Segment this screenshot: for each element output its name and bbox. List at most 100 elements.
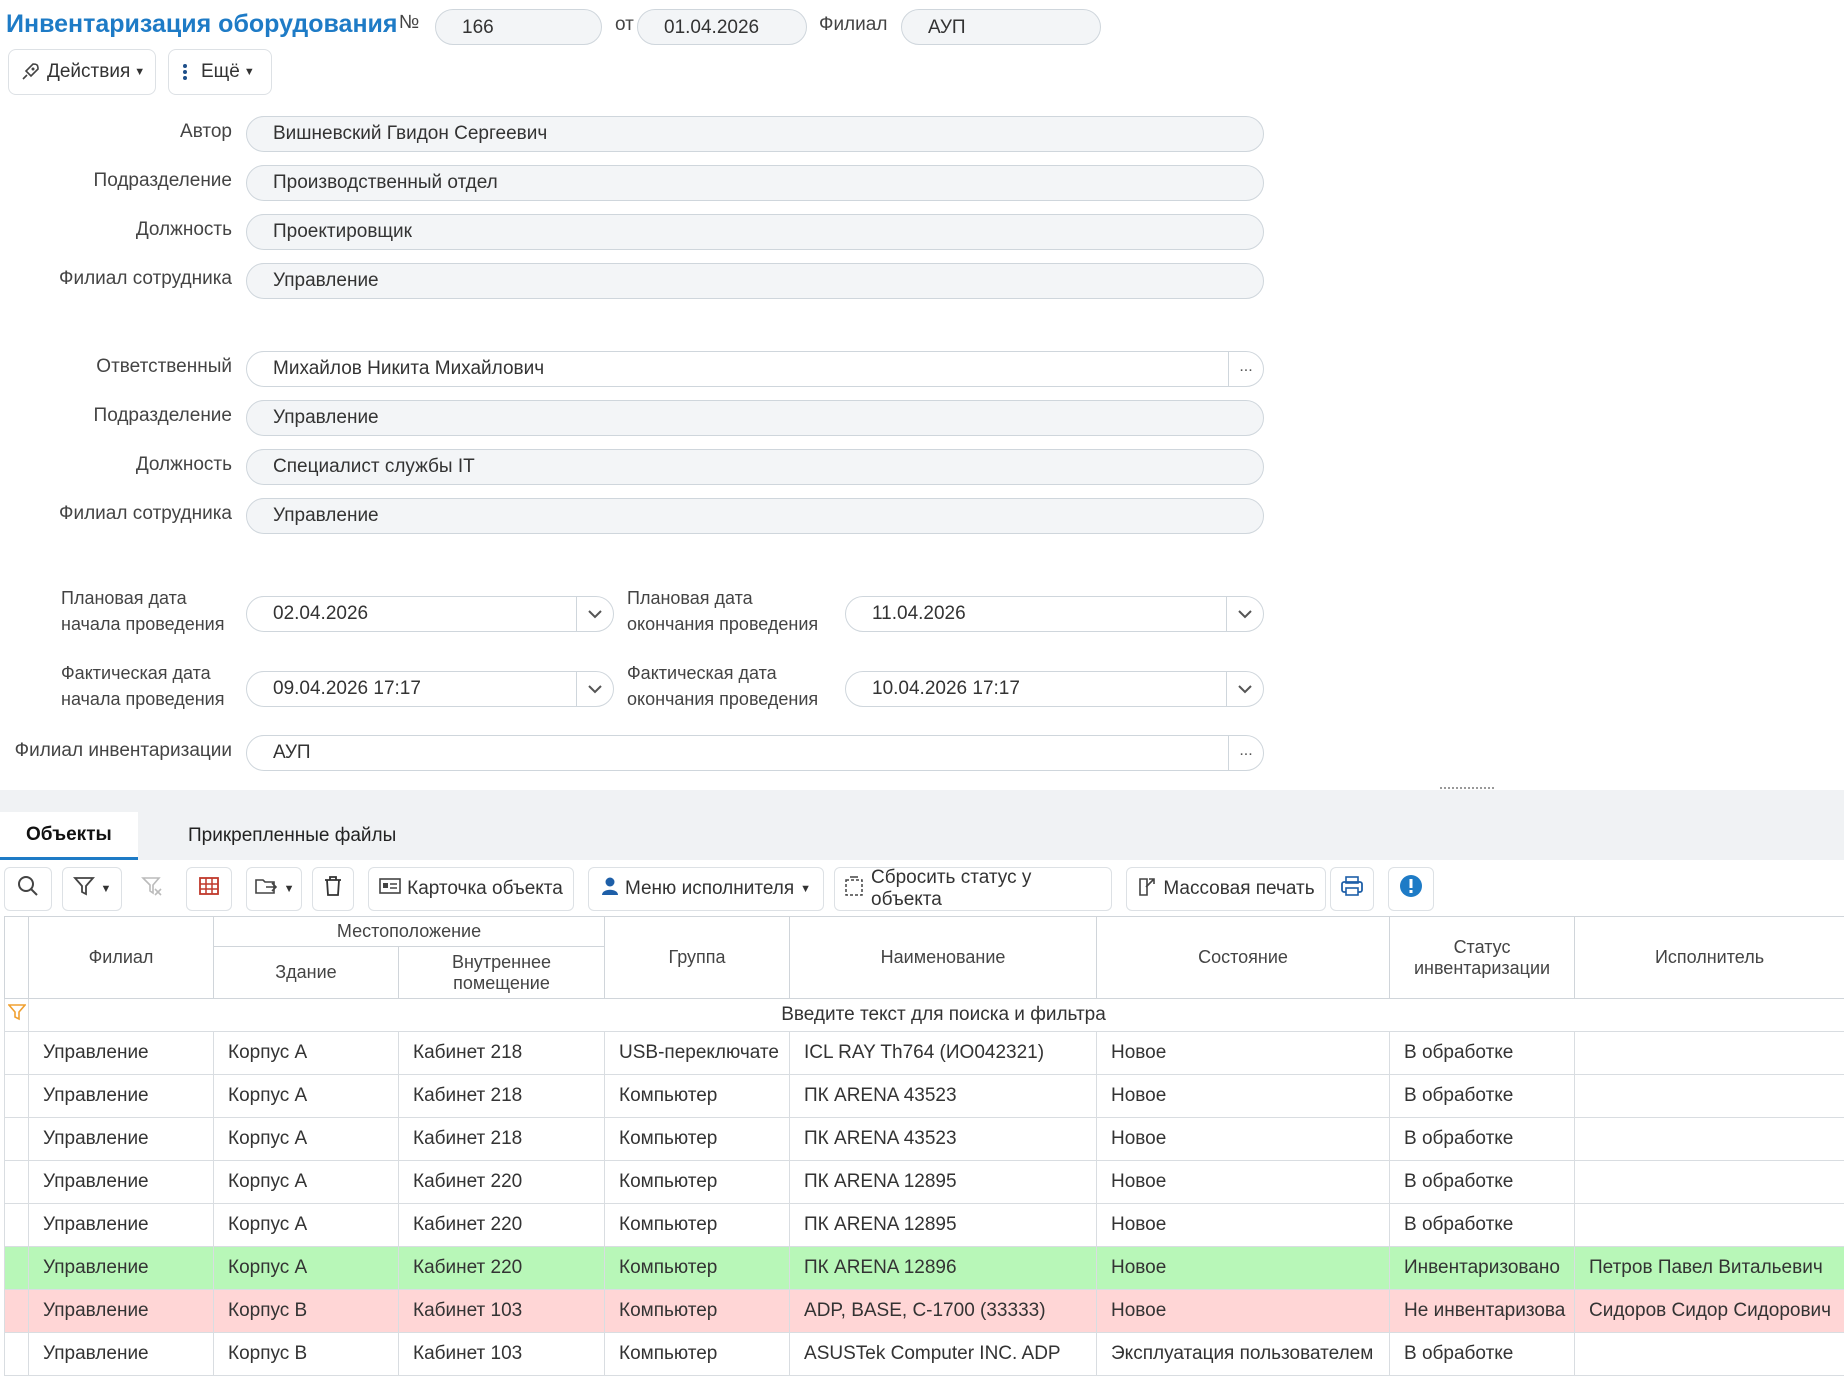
more-label: Ещё (201, 61, 240, 82)
clear-filter-button[interactable] (130, 867, 174, 911)
trash-icon (323, 875, 343, 903)
responsible-division-label: Подразделение (93, 405, 232, 426)
branch-label: Филиал (819, 14, 888, 35)
move-folder-icon (254, 875, 278, 903)
plan-start-field[interactable]: 02.04.2026 (246, 596, 614, 632)
table-row[interactable]: Управление Корпус В Кабинет 103 Компьютер AD… (4, 1289, 1844, 1333)
page-title: Инвентаризация оборудования (6, 10, 398, 38)
cell-status: В обработке (1389, 1332, 1576, 1376)
tab-objects[interactable]: Объекты (0, 812, 138, 860)
table-row[interactable]: Управление Корпус А Кабинет 220 Компьютер ПК… (4, 1203, 1844, 1247)
grid-icon (198, 875, 220, 903)
cell-status: В обработке (1389, 1117, 1576, 1161)
cell-building: Корпус В (213, 1332, 399, 1376)
search-filter-input[interactable]: Введите текст для поиска и фильтра (27, 998, 1844, 1032)
cell-building: Корпус А (213, 1246, 399, 1290)
responsible-branch-label: Филиал сотрудника (59, 503, 232, 524)
chevron-down-icon[interactable] (576, 672, 613, 706)
column-header-status[interactable]: Статус инвентаризации (1389, 916, 1576, 999)
cell-state: Новое (1096, 1074, 1391, 1118)
printer-icon (1340, 875, 1364, 903)
column-header-room[interactable]: Внутреннее помещение (397, 946, 606, 999)
branch-field[interactable]: АУП (901, 9, 1101, 45)
plan-start-value: 02.04.2026 (273, 603, 369, 624)
more-button[interactable]: Ещё ▼ (168, 49, 272, 95)
chevron-down-icon[interactable] (1226, 597, 1263, 631)
reset-status-button[interactable]: Сбросить статус у объекта (834, 867, 1112, 911)
table-row[interactable]: Управление Корпус А Кабинет 218 Компьютер ПК… (4, 1074, 1844, 1118)
responsible-division-field: Управление (246, 400, 1264, 436)
cell-executor (1574, 1117, 1844, 1161)
object-card-button[interactable]: Карточка объекта (368, 867, 574, 911)
mass-print-button[interactable]: Массовая печать (1126, 867, 1326, 911)
mass-print-label: Массовая печать (1163, 878, 1315, 899)
inventory-branch-field[interactable]: АУП ... (246, 735, 1264, 771)
cell-state: Новое (1096, 1246, 1391, 1290)
responsible-select-button[interactable]: ... (1228, 352, 1263, 386)
inventory-branch-select-button[interactable]: ... (1228, 736, 1263, 770)
fact-end-field[interactable]: 10.04.2026 17:17 (845, 671, 1264, 707)
plan-end-field[interactable]: 11.04.2026 (845, 596, 1264, 632)
cell-branch: Управление (28, 1332, 214, 1376)
number-field[interactable]: 166 (435, 9, 602, 45)
row-selector[interactable] (4, 1031, 29, 1075)
table-row[interactable]: Управление Корпус А Кабинет 218 USB-переклю… (4, 1031, 1844, 1075)
row-selector[interactable] (4, 1117, 29, 1161)
cell-group: Компьютер (604, 1289, 791, 1333)
object-card-label: Карточка объекта (407, 878, 563, 899)
row-selector[interactable] (4, 1074, 29, 1118)
column-header-executor[interactable]: Исполнитель (1574, 916, 1844, 999)
info-button[interactable] (1388, 867, 1434, 911)
table-row[interactable]: Управление Корпус А Кабинет 220 Компьютер ПК… (4, 1160, 1844, 1204)
column-header-state[interactable]: Состояние (1096, 916, 1391, 999)
column-header-group[interactable]: Группа (604, 916, 791, 999)
cell-group: Компьютер (604, 1117, 791, 1161)
cell-name: ПК ARENA 12896 (789, 1246, 1098, 1290)
table-row[interactable]: Управление Корпус А Кабинет 220 Компьютер ПК… (4, 1246, 1844, 1290)
date-field[interactable]: 01.04.2026 (637, 9, 807, 45)
inventory-branch-value: АУП (273, 742, 311, 763)
actions-button[interactable]: Действия ▼ (8, 49, 156, 95)
row-selector[interactable] (4, 1332, 29, 1376)
cell-name: ПК ARENA 43523 (789, 1074, 1098, 1118)
user-icon (601, 876, 619, 902)
print-button[interactable] (1330, 867, 1374, 911)
row-selector[interactable] (4, 1289, 29, 1333)
row-selector[interactable] (4, 1160, 29, 1204)
cell-executor (1574, 1203, 1844, 1247)
executor-menu-button[interactable]: Меню исполнителя ▼ (588, 867, 824, 911)
filter-button[interactable]: ▼ (62, 867, 122, 911)
search-button[interactable] (4, 867, 52, 911)
plan-end-label: Плановая дата окончания проведения (627, 588, 819, 634)
cell-room: Кабинет 103 (397, 1332, 606, 1376)
move-button[interactable]: ▼ (246, 867, 302, 911)
author-label: Автор (180, 121, 232, 142)
row-selector[interactable] (4, 1246, 29, 1290)
column-header-branch[interactable]: Филиал (28, 916, 214, 999)
responsible-field[interactable]: Михайлов Никита Михайлович ... (246, 351, 1264, 387)
row-selector[interactable] (4, 1203, 29, 1247)
table-row[interactable]: Управление Корпус А Кабинет 218 Компьютер ПК… (4, 1117, 1844, 1161)
column-header-building[interactable]: Здание (213, 946, 399, 999)
cell-executor (1574, 1074, 1844, 1118)
responsible-value: Михайлов Никита Михайлович (273, 358, 545, 379)
cell-branch: Управление (28, 1074, 214, 1118)
cell-status: Не инвентаризова (1389, 1289, 1576, 1333)
kebab-icon (179, 61, 191, 83)
responsible-branch-field: Управление (246, 498, 1264, 534)
cell-executor: Сидоров Сидор Сидорович (1574, 1289, 1844, 1333)
clear-filter-icon (141, 875, 163, 903)
fact-end-label: Фактическая дата окончания проведения (627, 663, 819, 709)
columns-button[interactable] (186, 867, 232, 911)
table-row[interactable]: Управление Корпус В Кабинет 103 Компьютер AS… (4, 1332, 1844, 1376)
chevron-down-icon[interactable] (1226, 672, 1263, 706)
chevron-down-icon[interactable] (576, 597, 613, 631)
cell-state: Новое (1096, 1160, 1391, 1204)
column-header-name[interactable]: Наименование (789, 916, 1098, 999)
tab-attached-files[interactable]: Прикрепленные файлы (188, 812, 396, 860)
caret-down-icon: ▼ (283, 883, 295, 895)
delete-button[interactable] (312, 867, 354, 911)
fact-start-field[interactable]: 09.04.2026 17:17 (246, 671, 614, 707)
cell-group: Компьютер (604, 1246, 791, 1290)
cell-name: ПК ARENA 12895 (789, 1203, 1098, 1247)
